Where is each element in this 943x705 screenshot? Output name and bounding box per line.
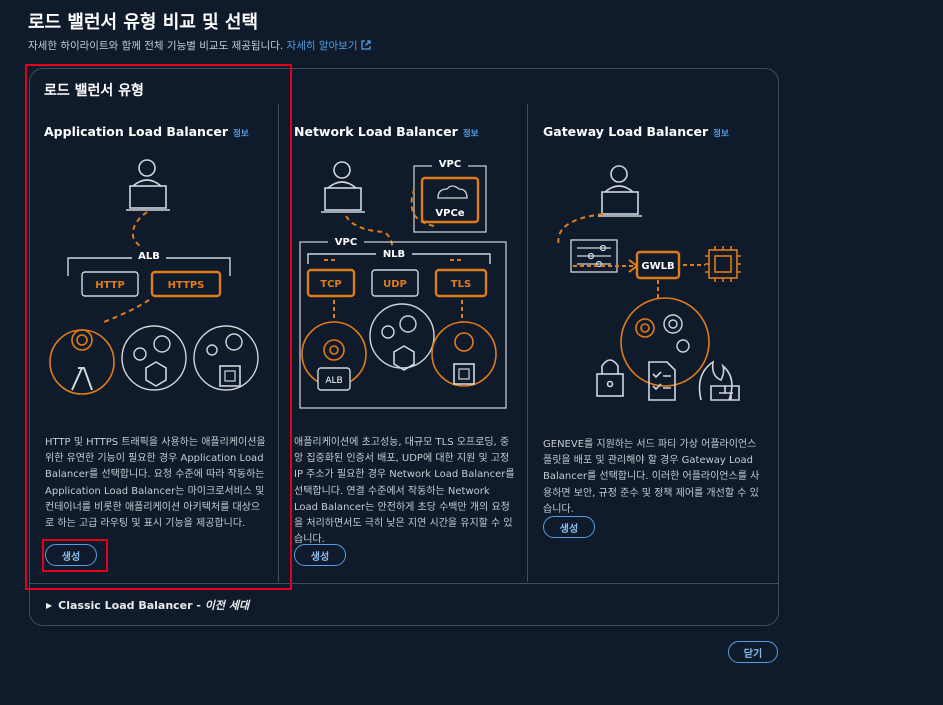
nlb-description: 애플리케이션에 초고성능, 대규모 TLS 오프로딩, 중앙 집중화된 인증서 …	[294, 437, 515, 546]
gwlb-info-link[interactable]: 정보	[713, 129, 729, 139]
gwlb-description: GENEVE를 지원하는 서드 파티 가상 어플라이언스 플릿을 배포 및 관리…	[543, 439, 760, 515]
container-target-icon	[369, 303, 435, 371]
alb-target-label: ALB	[325, 376, 342, 386]
create-gwlb-button[interactable]: 생성	[543, 516, 595, 538]
gwlb-diagram: GWLB	[557, 165, 741, 401]
chip-icon	[705, 246, 741, 282]
classic-generation: 이전 세대	[204, 599, 250, 612]
user-laptop-icon	[321, 161, 365, 213]
appliance-fleet-circle	[620, 297, 710, 387]
column-divider	[527, 104, 528, 582]
gwlb-label: GWLB	[641, 261, 674, 272]
classic-label: Classic Load Balancer -	[58, 599, 205, 612]
gwlb-title-text: Gateway Load Balancer	[543, 124, 709, 139]
firewall-icon	[698, 360, 740, 401]
vpc2-label: VPC	[335, 237, 357, 248]
caret-right-icon: ▶	[46, 601, 53, 610]
create-nlb-button[interactable]: 생성	[294, 544, 346, 566]
traffic-flow-icon	[570, 239, 618, 273]
nlb-diagram: VPC VPCe VPC NLB TCP UDP TLS ALB	[299, 156, 507, 409]
learn-more-link[interactable]: 자세히 알아보기	[287, 40, 371, 52]
highlight-create-button	[42, 539, 108, 572]
vpc-label: VPC	[439, 159, 461, 170]
external-link-icon	[360, 40, 371, 50]
user-laptop-icon	[598, 165, 642, 217]
nlb-group-label: NLB	[383, 249, 405, 260]
tls-listener-label: TLS	[451, 279, 471, 290]
learn-more-label: 자세히 알아보기	[286, 40, 358, 52]
classic-load-balancer-expander[interactable]: ▶ Classic Load Balancer - 이전 세대	[46, 597, 249, 613]
nlb-info-link[interactable]: 정보	[463, 129, 479, 139]
highlight-alb-column	[25, 64, 292, 590]
page-title: 로드 밸런서 유형 비교 및 선택	[28, 12, 259, 33]
tcp-listener-label: TCP	[320, 279, 342, 290]
udp-listener-label: UDP	[383, 279, 407, 290]
page-subtitle: 자세한 하이라이트와 함께 전체 기능별 비교도 제공됩니다. 자세히 알아보기	[28, 38, 371, 53]
vpce-label: VPCe	[435, 208, 464, 219]
gwlb-title: Gateway Load Balancer 정보	[543, 124, 729, 139]
checklist-icon	[648, 361, 676, 401]
lock-icon	[596, 359, 624, 397]
alb-target-icon: ALB	[301, 321, 367, 391]
subtitle-text: 자세한 하이라이트와 함께 전체 기능별 비교도 제공됩니다.	[28, 40, 284, 52]
instance-target-icon	[431, 321, 497, 387]
close-button[interactable]: 닫기	[728, 641, 778, 663]
nlb-title-text: Network Load Balancer	[294, 124, 458, 139]
nlb-title: Network Load Balancer 정보	[294, 124, 478, 139]
target-cluster-icon	[635, 314, 690, 353]
